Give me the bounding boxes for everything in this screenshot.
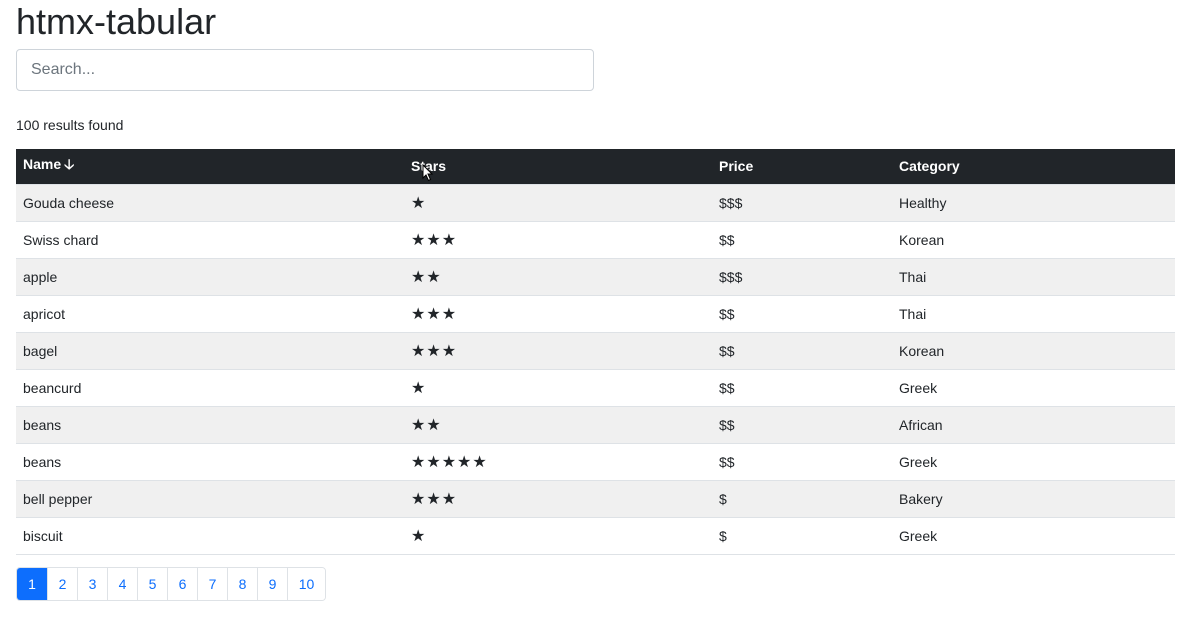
page-link-8[interactable]: 8 xyxy=(227,568,257,600)
cell-stars: ★★ xyxy=(404,405,712,443)
cell-category: Thai xyxy=(892,257,1175,295)
table-row: Swiss chard ★★★ $$ Korean xyxy=(16,220,1175,258)
cell-category: Greek xyxy=(892,368,1175,406)
table-row: beans ★★ $$ African xyxy=(16,405,1175,443)
cell-name: apricot xyxy=(16,294,404,332)
cell-price: $ xyxy=(712,516,892,555)
header-name-label: Name xyxy=(23,156,62,173)
table-row: beans ★★★★★ $$ Greek xyxy=(16,442,1175,480)
table-row: beancurd ★ $$ Greek xyxy=(16,368,1175,406)
page-link-3[interactable]: 3 xyxy=(77,568,107,600)
cell-name: beancurd xyxy=(16,368,404,406)
cell-price: $$ xyxy=(712,442,892,480)
cell-category: Korean xyxy=(892,220,1175,258)
table-row: bell pepper ★★★ $ Bakery xyxy=(16,479,1175,517)
header-name[interactable]: Name 🡣 xyxy=(16,149,404,184)
cell-stars: ★★ xyxy=(404,257,712,295)
cell-name: Swiss chard xyxy=(16,220,404,258)
cell-category: Healthy xyxy=(892,183,1175,221)
page-link-5[interactable]: 5 xyxy=(137,568,167,600)
cell-stars: ★★★ xyxy=(404,331,712,369)
search-input[interactable] xyxy=(16,49,594,91)
table-header-row: Name 🡣 Stars Price Category xyxy=(16,149,1175,184)
table-row: biscuit ★ $ Greek xyxy=(16,516,1175,555)
cell-stars: ★★★ xyxy=(404,294,712,332)
page-link-2[interactable]: 2 xyxy=(47,568,77,600)
cell-price: $$ xyxy=(712,368,892,406)
cell-category: African xyxy=(892,405,1175,443)
cell-price: $ xyxy=(712,479,892,517)
cell-price: $$ xyxy=(712,331,892,369)
cell-name: apple xyxy=(16,257,404,295)
cell-price: $$$ xyxy=(712,183,892,221)
header-stars[interactable]: Stars xyxy=(404,149,712,184)
cell-stars: ★ xyxy=(404,516,712,555)
cell-price: $$ xyxy=(712,220,892,258)
cell-category: Thai xyxy=(892,294,1175,332)
table-row: bagel ★★★ $$ Korean xyxy=(16,331,1175,369)
table-row: apple ★★ $$$ Thai xyxy=(16,257,1175,295)
cell-name: bagel xyxy=(16,331,404,369)
cell-name: Gouda cheese xyxy=(16,183,404,221)
cell-category: Korean xyxy=(892,331,1175,369)
pagination: 1 2 3 4 5 6 7 8 9 10 xyxy=(16,567,326,601)
page-link-10[interactable]: 10 xyxy=(287,568,325,600)
cell-category: Greek xyxy=(892,516,1175,555)
header-price[interactable]: Price xyxy=(712,149,892,184)
page-link-1[interactable]: 1 xyxy=(17,568,47,600)
page-link-7[interactable]: 7 xyxy=(197,568,227,600)
page-title: htmx-tabular xyxy=(16,1,217,42)
results-count: 100 results found xyxy=(16,117,124,133)
cell-price: $$$ xyxy=(712,257,892,295)
cell-name: biscuit xyxy=(16,516,404,555)
page-link-4[interactable]: 4 xyxy=(107,568,137,600)
cell-name: beans xyxy=(16,442,404,480)
cell-category: Bakery xyxy=(892,479,1175,517)
cell-stars: ★ xyxy=(404,183,712,221)
cell-stars: ★★★★★ xyxy=(404,442,712,480)
page-link-9[interactable]: 9 xyxy=(257,568,287,600)
cell-stars: ★ xyxy=(404,368,712,406)
mouse-cursor-icon xyxy=(422,164,434,182)
cell-price: $$ xyxy=(712,294,892,332)
table-row: apricot ★★★ $$ Thai xyxy=(16,294,1175,332)
cell-category: Greek xyxy=(892,442,1175,480)
cell-name: bell pepper xyxy=(16,479,404,517)
table-row: Gouda cheese ★ $$$ Healthy xyxy=(16,183,1175,221)
cell-stars: ★★★ xyxy=(404,479,712,517)
cell-stars: ★★★ xyxy=(404,220,712,258)
page-link-6[interactable]: 6 xyxy=(167,568,197,600)
results-table: Name 🡣 Stars Price Category Gouda cheese ★… xyxy=(16,149,1175,555)
cell-price: $$ xyxy=(712,405,892,443)
arrow-down-icon: 🡣 xyxy=(64,156,75,173)
cell-name: beans xyxy=(16,405,404,443)
header-category[interactable]: Category xyxy=(892,149,1175,184)
